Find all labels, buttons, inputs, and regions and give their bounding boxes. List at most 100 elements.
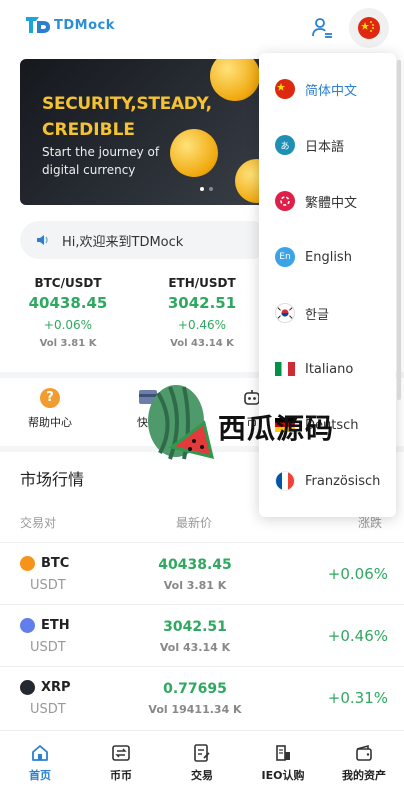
carousel-dot[interactable] (209, 187, 213, 191)
table-row[interactable]: ETH USDT 3042.51 Vol 43.14 K +0.46% (0, 604, 404, 666)
ticker-pair: BTC/USDT (34, 276, 102, 290)
row-price: 3042.51 (163, 619, 227, 635)
eth-icon (20, 618, 35, 633)
language-option-ko[interactable]: 한글 (275, 301, 395, 325)
germany-flag-icon (275, 418, 295, 432)
table-row[interactable]: BTC USDT 40438.45 Vol 3.81 K +0.06% (0, 542, 404, 604)
language-dropdown: 简体中文 あ 日本語 繁體中文 En English 한글 Italiano D… (259, 53, 396, 517)
notice-text: Hi,欢迎来到TDMock (62, 234, 184, 250)
trade-icon (194, 744, 210, 762)
language-label: 日本語 (305, 139, 345, 155)
bottom-tab-bar: 首页 币币 交易 IEO认购 我的资产 (0, 730, 404, 797)
tab-label: 我的资产 (342, 769, 386, 782)
home-icon (32, 745, 48, 761)
row-price: 0.77695 (163, 681, 227, 697)
ticker-price: 40438.45 (28, 294, 108, 312)
exchange-icon (112, 745, 130, 761)
ticker-pair: ETH/USDT (168, 276, 236, 290)
row-symbol-name: XRP (41, 680, 71, 695)
row-price: 40438.45 (158, 557, 232, 573)
tab-ieo[interactable]: IEO认购 (243, 743, 323, 783)
language-label: English (305, 249, 352, 265)
btc-icon (20, 556, 35, 571)
ticker-price: 3042.51 (167, 294, 237, 312)
row-volume: Vol 3.81 K (163, 579, 227, 592)
language-label: Französisch (305, 473, 381, 489)
speaker-icon (37, 235, 48, 245)
wallet-icon (356, 744, 372, 761)
row-quote: USDT (30, 702, 66, 717)
logo-icon (24, 14, 52, 36)
promo-banner[interactable]: SECURITY,STEADY, CREDIBLE Start the jour… (20, 59, 270, 205)
language-option-zh-tw[interactable]: 繁體中文 (275, 189, 395, 213)
language-option-en[interactable]: En English (275, 245, 395, 269)
language-label: 한글 (305, 307, 329, 323)
china-flag-icon (275, 79, 295, 99)
language-option-de[interactable]: Deutsch (275, 413, 395, 437)
banner-headline: SECURITY,STEADY, (42, 94, 212, 114)
tab-home[interactable]: 首页 (0, 743, 80, 783)
english-icon: En (275, 247, 295, 267)
help-icon: ? (40, 388, 60, 408)
card-icon (139, 390, 157, 404)
language-option-it[interactable]: Italiano (275, 357, 395, 381)
row-volume: Vol 43.14 K (159, 641, 231, 654)
row-change: +0.06% (327, 565, 388, 583)
tab-assets[interactable]: 我的资产 (324, 743, 404, 783)
column-header-pair: 交易对 (20, 516, 57, 530)
quick-link-fast[interactable]: 快捷 (114, 388, 182, 430)
hongkong-flag-icon (275, 191, 295, 211)
row-symbol: BTC (20, 556, 69, 571)
row-change: +0.46% (327, 627, 388, 645)
language-option-zh-cn[interactable]: 简体中文 (275, 77, 395, 101)
quick-link-label: 快捷 (137, 416, 159, 429)
row-symbol-name: ETH (41, 618, 70, 633)
dropdown-scrollbar[interactable] (397, 60, 401, 400)
tab-label: 币币 (110, 769, 132, 782)
tab-exchange[interactable]: 币币 (81, 743, 161, 783)
tab-label: 首页 (29, 769, 51, 782)
italy-flag-icon (275, 362, 295, 376)
banner-subtitle-2: digital currency (42, 163, 136, 177)
tab-label: 交易 (191, 769, 213, 782)
logo-text: TDMock (54, 17, 115, 33)
language-label: 简体中文 (305, 83, 358, 99)
coin-decoration (210, 59, 260, 101)
banner-headline-2: CREDIBLE (42, 120, 136, 140)
carousel-dot[interactable] (200, 187, 204, 191)
france-flag-icon (275, 471, 295, 491)
language-button[interactable] (349, 8, 389, 48)
tab-label: IEO认购 (261, 769, 305, 782)
china-flag-icon (358, 17, 380, 39)
tab-trade[interactable]: 交易 (162, 743, 242, 783)
language-option-fr[interactable]: Französisch (275, 469, 395, 493)
notice-bar[interactable]: Hi,欢迎来到TDMock (20, 221, 270, 259)
ticker-volume: Vol 43.14 K (170, 338, 234, 349)
table-row[interactable]: XRP USDT 0.77695 Vol 19411.34 K +0.31% (0, 666, 404, 728)
banner-subtitle: Start the journey of (42, 145, 160, 159)
ticker-change: +0.46% (177, 318, 227, 332)
language-label: 繁體中文 (305, 195, 358, 211)
ticker-change: +0.06% (43, 318, 93, 332)
row-quote: USDT (30, 640, 66, 655)
market-title: 市场行情 (20, 470, 85, 489)
language-option-ja[interactable]: あ 日本語 (275, 133, 395, 157)
ticker-volume: Vol 3.81 K (39, 338, 97, 349)
row-symbol: XRP (20, 680, 71, 695)
quick-link-help[interactable]: ? 帮助中心 (16, 388, 84, 430)
column-header-price: 最新价 (176, 516, 213, 530)
ieo-icon (276, 745, 290, 761)
ticker-card[interactable]: BTC/USDT 40438.45 +0.06% Vol 3.81 K (8, 276, 128, 349)
ticker-card[interactable]: ETH/USDT 3042.51 +0.46% Vol 43.14 K (142, 276, 262, 349)
quick-link-label: 帮助中心 (28, 416, 72, 429)
row-change: +0.31% (327, 689, 388, 707)
xrp-icon (20, 680, 35, 695)
carousel-dots[interactable] (200, 187, 213, 191)
row-volume: Vol 19411.34 K (148, 703, 242, 716)
row-symbol-name: BTC (41, 556, 70, 571)
language-label: Deutsch (305, 417, 359, 433)
logo[interactable]: TDMock (24, 14, 115, 36)
coin-decoration (170, 129, 218, 177)
user-list-icon[interactable] (310, 16, 334, 40)
row-symbol: ETH (20, 618, 70, 633)
